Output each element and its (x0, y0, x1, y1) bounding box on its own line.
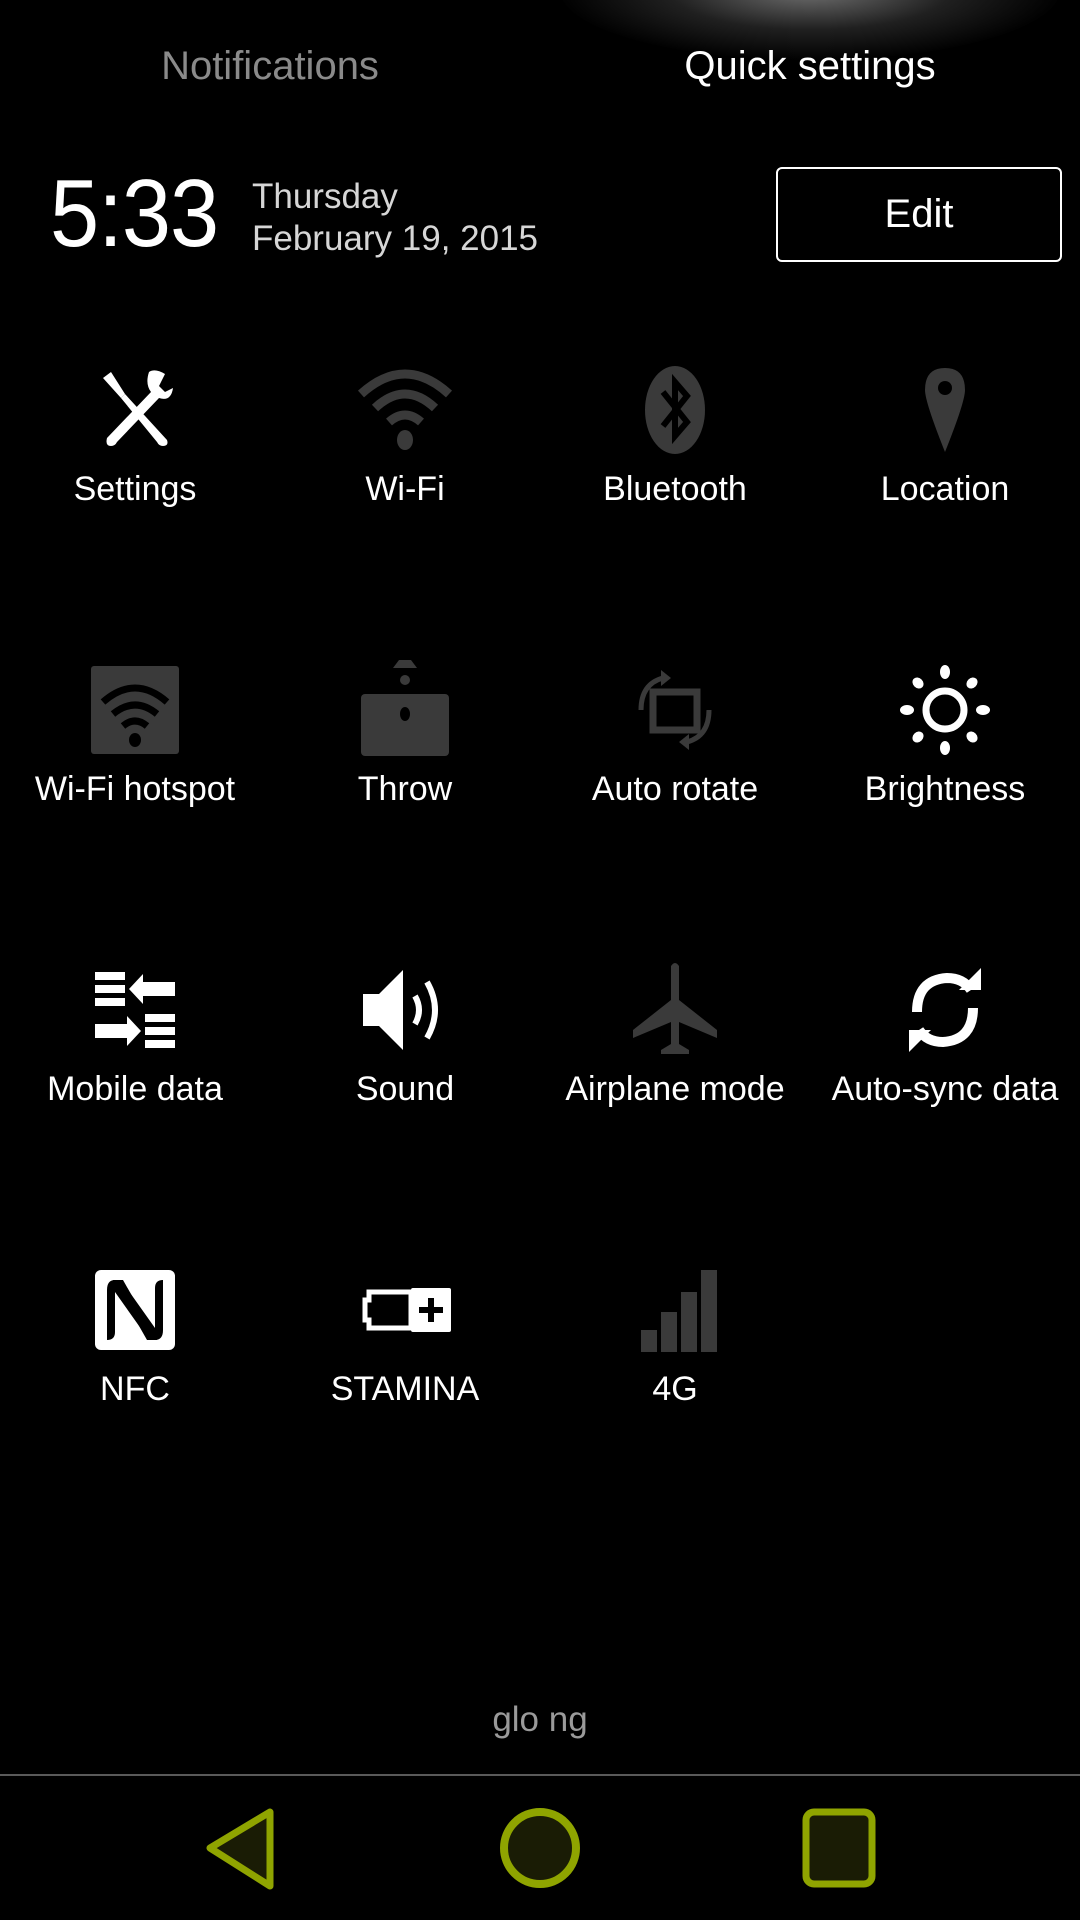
tile-settings[interactable]: Settings (0, 340, 270, 640)
tile-label: Bluetooth (603, 470, 747, 508)
day-label: Thursday (252, 177, 398, 216)
nav-divider (0, 1774, 1080, 1776)
tab-notifications[interactable]: Notifications (0, 44, 540, 89)
back-icon (206, 1808, 274, 1890)
tile-auto-sync[interactable]: Auto-sync data (810, 940, 1080, 1240)
tab-quick-settings[interactable]: Quick settings (540, 44, 1080, 89)
throw-icon (361, 660, 449, 756)
sync-icon (909, 968, 981, 1052)
tile-label: Auto rotate (591, 770, 759, 808)
tile-bluetooth[interactable]: Bluetooth (540, 340, 810, 640)
back-button[interactable] (190, 1800, 290, 1900)
tile-label: Wi-Fi hotspot (34, 770, 236, 808)
tile-auto-rotate[interactable]: Auto rotate (540, 640, 810, 940)
tile-label: Location (880, 470, 1010, 508)
battery-stamina-icon (362, 1288, 451, 1332)
tile-airplane-mode[interactable]: Airplane mode (540, 940, 810, 1240)
tile-label: Throw (357, 770, 453, 808)
brightness-icon (900, 665, 990, 755)
home-icon (500, 1808, 580, 1888)
settings-icon (103, 370, 173, 446)
tile-brightness[interactable]: Brightness (810, 640, 1080, 940)
tile-label: Airplane mode (565, 1070, 785, 1108)
date-block: Thursday February 19, 2015 (252, 176, 538, 260)
tile-mobile-data[interactable]: Mobile data (0, 940, 270, 1240)
tile-label: Sound (355, 1070, 455, 1108)
clock-time: 5:33 (50, 160, 219, 267)
signal-4g-icon (641, 1270, 717, 1352)
auto-rotate-icon (638, 670, 712, 750)
tile-label: Auto-sync data (831, 1070, 1059, 1108)
tile-location[interactable]: Location (810, 340, 1080, 640)
tile-label: Brightness (864, 770, 1026, 808)
airplane-icon (633, 963, 717, 1054)
tile-label: STAMINA (330, 1370, 480, 1408)
wifi-hotspot-icon (91, 666, 179, 754)
tile-throw[interactable]: Throw (270, 640, 540, 940)
tile-sound[interactable]: Sound (270, 940, 540, 1240)
tile-label: 4G (652, 1370, 698, 1408)
wifi-icon (357, 369, 453, 450)
edit-button[interactable]: Edit (776, 167, 1062, 262)
tile-label: NFC (100, 1370, 170, 1408)
tile-stamina[interactable]: STAMINA (270, 1240, 540, 1540)
tile-label: Settings (73, 470, 197, 508)
date-label: February 19, 2015 (252, 219, 539, 258)
tile-wifi[interactable]: Wi-Fi (270, 340, 540, 640)
mobile-data-icon (95, 972, 175, 1048)
tile-label: Mobile data (47, 1070, 223, 1108)
tile-nfc[interactable]: NFC (0, 1240, 270, 1540)
tile-label: Wi-Fi (365, 470, 445, 508)
location-icon (925, 368, 965, 452)
sound-icon (363, 970, 438, 1050)
home-button[interactable] (490, 1800, 590, 1900)
recents-button[interactable] (790, 1800, 890, 1900)
nfc-icon (95, 1270, 175, 1350)
bluetooth-icon (645, 366, 705, 454)
tile-4g[interactable]: 4G (540, 1240, 810, 1540)
recents-icon (802, 1808, 876, 1888)
tile-wifi-hotspot[interactable]: Wi-Fi hotspot (0, 640, 270, 940)
carrier-label: glo ng (492, 1700, 588, 1739)
